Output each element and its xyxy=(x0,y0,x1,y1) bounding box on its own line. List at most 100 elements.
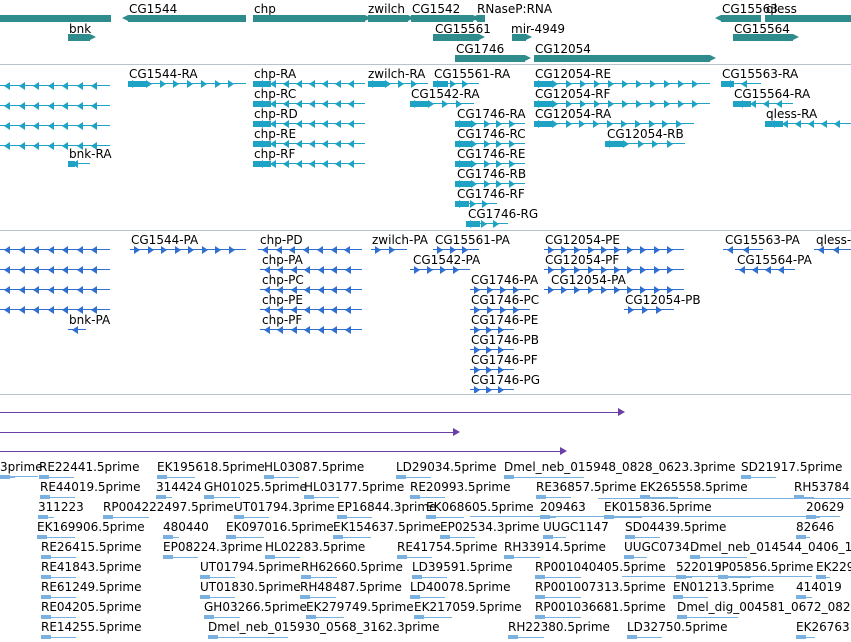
gene-bar xyxy=(368,15,414,22)
arrow-left-icon xyxy=(18,82,25,90)
est-block xyxy=(410,595,420,599)
arrow-left-icon xyxy=(304,326,311,334)
arrow-left-icon xyxy=(18,306,25,314)
arrow-left-icon xyxy=(62,286,69,294)
est-span xyxy=(0,476,38,477)
arrow-right-icon xyxy=(666,266,673,274)
est-block xyxy=(301,575,311,579)
est-label: RE22441.5prime xyxy=(39,460,140,474)
arrow-left-icon xyxy=(18,246,25,254)
est-block xyxy=(504,475,514,479)
est-block xyxy=(535,575,545,579)
transcript-label: bnk-RA xyxy=(69,147,112,161)
est-label: RE20993.5prime xyxy=(410,480,511,494)
arrow-right-icon xyxy=(147,246,154,254)
transcript-label: chp-RE xyxy=(254,127,297,141)
est-label: 480440 xyxy=(163,520,209,534)
arrow-left-icon xyxy=(330,246,337,254)
arrow-left-icon xyxy=(331,326,338,334)
arrow-right-icon xyxy=(427,266,433,274)
gene-bar xyxy=(433,34,485,41)
arrow-right-icon xyxy=(664,80,670,88)
transcript-label: chp-RF xyxy=(254,147,296,161)
arrow-left-icon xyxy=(72,326,78,334)
gene-bar xyxy=(0,15,111,22)
gene-bar xyxy=(512,34,532,41)
est-block xyxy=(677,615,687,619)
gene-bar xyxy=(715,15,761,22)
est-label: EK097016.5prime xyxy=(226,520,334,534)
est-label: SD04439.5prime xyxy=(625,520,727,534)
exon-block xyxy=(68,161,76,167)
protein-label: qless- xyxy=(816,233,851,247)
gene-label: RNaseP:RNA xyxy=(477,2,553,16)
arrow-right-icon xyxy=(561,286,568,294)
arrow-left-icon xyxy=(91,82,98,90)
gene-label: CG1542 xyxy=(412,2,461,16)
feature-line xyxy=(0,412,620,413)
arrow-left-icon xyxy=(47,122,54,130)
arrow-left-icon xyxy=(818,246,824,254)
exon-block xyxy=(466,221,480,227)
arrow-right-icon xyxy=(653,266,660,274)
arrow-right-icon xyxy=(375,246,381,254)
est-block xyxy=(306,615,316,619)
arrow-left-icon xyxy=(76,102,83,110)
protein-label: chp-PC xyxy=(262,273,304,287)
arrow-left-icon xyxy=(76,122,83,130)
est-label: HL02283.5prime xyxy=(265,540,366,554)
arrow-right-icon xyxy=(600,286,607,294)
est-span xyxy=(470,516,840,517)
est-label: RH62660.5prime xyxy=(301,560,403,574)
est-label: EK195618.5prime xyxy=(157,460,265,474)
arrow-right-icon xyxy=(481,220,488,228)
transcript-label: chp-RA xyxy=(254,67,297,81)
arrow-right-icon xyxy=(666,246,673,254)
est-label: LD29034.5prime xyxy=(396,460,497,474)
est-label: RE36857.5prime xyxy=(536,480,637,494)
protein-label: CG1542-PA xyxy=(413,253,481,267)
arrow-right-icon xyxy=(551,120,558,128)
arrow-left-icon xyxy=(348,100,354,108)
arrow-right-icon xyxy=(622,80,628,88)
est-label: GH03266.5prime xyxy=(204,600,307,614)
exon-block xyxy=(765,121,783,127)
arrow-left-icon xyxy=(264,326,270,334)
arrow-left-icon xyxy=(290,326,297,334)
exon-block xyxy=(253,161,271,167)
protein-label: chp-PA xyxy=(262,253,303,267)
gene-label: CG1746 xyxy=(456,42,505,56)
arrow-right-icon xyxy=(525,55,531,61)
protein-label: CG1746-PE xyxy=(471,313,539,327)
transcript-label: CG12054-RA xyxy=(535,107,612,121)
est-block xyxy=(396,475,406,479)
est-block xyxy=(265,555,275,559)
est-label: RP004222497.5prime xyxy=(103,500,234,514)
arrow-right-icon xyxy=(479,34,485,40)
est-block xyxy=(410,495,420,499)
est-label: Dmel_neb_014544_0406_1 xyxy=(690,540,851,554)
arrow-right-icon xyxy=(134,246,140,254)
arrow-left-icon xyxy=(303,246,310,254)
arrow-right-icon xyxy=(614,286,620,294)
arrow-left-icon xyxy=(348,120,354,128)
arrow-left-icon xyxy=(322,120,328,128)
transcript-label: CG1746-RE xyxy=(457,147,526,161)
transcript-label: CG12054-RE xyxy=(535,67,612,81)
est-label: HL03087.5prime xyxy=(264,460,365,474)
arrow-right-icon xyxy=(622,100,628,108)
arrow-right-icon xyxy=(560,447,567,455)
arrow-left-icon xyxy=(335,120,341,128)
arrow-left-icon xyxy=(47,82,54,90)
arrow-left-icon xyxy=(62,102,69,110)
est-block xyxy=(163,535,173,539)
est-block xyxy=(508,635,518,639)
arrow-left-icon xyxy=(4,266,10,274)
est-label: EP02534.3prime xyxy=(440,520,540,534)
est-label: RE41754.5prime xyxy=(397,540,498,554)
protein-label: CG1746-PF xyxy=(471,353,538,367)
est-span xyxy=(622,576,812,577)
arrow-left-icon xyxy=(832,246,839,254)
arrow-left-icon xyxy=(76,286,83,294)
est-block xyxy=(796,595,806,599)
